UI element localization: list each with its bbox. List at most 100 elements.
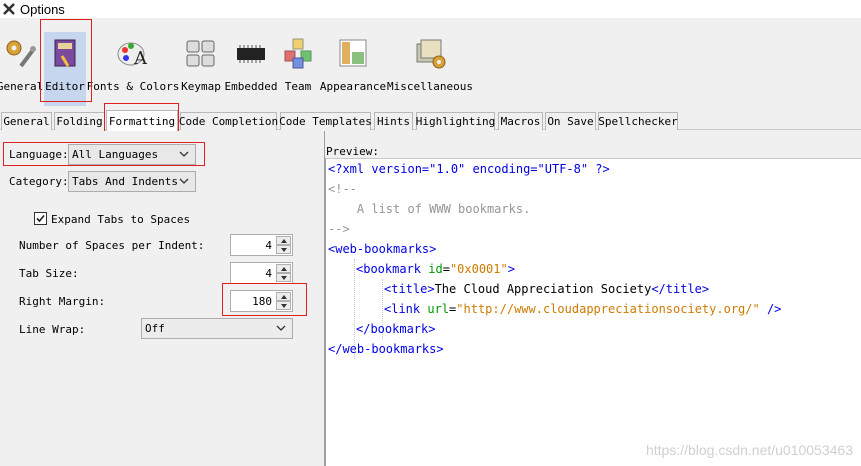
category-value: Tabs And Indents: [72, 175, 178, 188]
photos-gear-icon: [416, 39, 446, 69]
spaces-per-indent-label: Number of Spaces per Indent:: [19, 239, 205, 252]
netbeans-icon: [2, 2, 16, 16]
category-appearance[interactable]: Appearance: [319, 32, 387, 106]
title-bar: Options: [0, 0, 861, 18]
category-label: Fonts & Colors: [86, 80, 180, 93]
cubes-icon: [284, 38, 312, 69]
category-general[interactable]: General: [0, 32, 44, 106]
language-label: Language:: [9, 148, 69, 161]
category-label: Appearance: [319, 80, 387, 93]
line-wrap-label: Line Wrap:: [19, 323, 86, 336]
code-line: <?xml version="1.0" encoding="UTF-8" ?>: [328, 162, 610, 176]
watermark: https://blog.csdn.net/u010053463: [645, 442, 853, 458]
category-embedded[interactable]: Embedded: [224, 32, 278, 106]
arrow-up-icon: [280, 238, 287, 243]
checkmark-icon: [36, 214, 45, 223]
category-miscellaneous[interactable]: Miscellaneous: [386, 32, 474, 106]
increment-button[interactable]: [276, 292, 291, 301]
code-token: >: [507, 262, 515, 276]
language-select[interactable]: All Languages: [68, 144, 196, 165]
expand-tabs-label: Expand Tabs to Spaces: [51, 213, 191, 226]
code-token: url: [427, 302, 450, 316]
book-pen-icon: [54, 39, 76, 67]
tab-size-label: Tab Size:: [19, 267, 79, 280]
code-token: id: [428, 262, 443, 276]
tab-on-save[interactable]: On Save: [545, 112, 596, 130]
palette-font-icon: A: [117, 42, 148, 69]
tab-folding[interactable]: Folding: [54, 112, 105, 130]
code-token: <title>: [384, 282, 435, 296]
preview-label: Preview:: [326, 145, 379, 158]
right-margin-label: Right Margin:: [19, 295, 106, 308]
category-editor[interactable]: Editor: [44, 32, 86, 106]
code-line: A list of WWW bookmarks.: [328, 202, 531, 216]
spinner-buttons: [276, 292, 291, 310]
category-label: Embedded: [224, 80, 278, 93]
decrement-button[interactable]: [276, 245, 291, 254]
decrement-button[interactable]: [276, 273, 291, 282]
category-keymap[interactable]: Keymap: [180, 32, 222, 106]
language-value: All Languages: [72, 148, 159, 161]
increment-button[interactable]: [276, 236, 291, 245]
keyboard-icon: [186, 40, 215, 67]
code-line: -->: [328, 222, 350, 236]
chevron-down-icon: [179, 151, 189, 157]
code-line: <!--: [328, 182, 357, 196]
tab-general[interactable]: General: [1, 112, 52, 130]
increment-button[interactable]: [276, 264, 291, 273]
tab-spellchecker[interactable]: Spellchecker: [598, 112, 678, 130]
tab-highlighting[interactable]: Highlighting: [416, 112, 495, 130]
code-token: "0x0001": [449, 262, 508, 276]
line-wrap-select[interactable]: Off: [141, 318, 293, 339]
code-token: />: [759, 302, 782, 316]
arrow-down-icon: [280, 275, 287, 280]
category-label: Miscellaneous: [386, 80, 474, 93]
category-label: Team: [284, 80, 312, 93]
code-line: <bookmark id="0x0001">: [356, 262, 515, 276]
arrow-up-icon: [280, 294, 287, 299]
expand-tabs-checkbox[interactable]: [34, 212, 47, 225]
code-token: <bookmark: [356, 262, 429, 276]
tab-macros[interactable]: Macros: [498, 112, 543, 130]
code-line: <link url="http://www.cloudappreciations…: [384, 302, 781, 316]
svg-text:A: A: [133, 48, 148, 69]
code-token: "http://www.cloudappreciationsociety.org…: [456, 302, 760, 316]
code-token: The Cloud Appreciation Society: [434, 282, 652, 296]
line-wrap-value: Off: [145, 322, 165, 335]
spaces-per-indent-spinner[interactable]: 4: [230, 234, 293, 256]
arrow-up-icon: [280, 266, 287, 271]
category-label: Keymap: [181, 80, 221, 93]
category-team[interactable]: Team: [281, 32, 315, 106]
editor-tabs: General Folding Formatting Code Completi…: [0, 110, 861, 131]
right-margin-spinner[interactable]: 180: [230, 290, 293, 312]
chevron-down-icon: [179, 178, 189, 184]
category-toolbar: General Editor A Fonts & Colors Keymap E…: [0, 18, 861, 106]
chip-icon: [237, 45, 265, 63]
tab-hints[interactable]: Hints: [374, 112, 413, 130]
tab-size-spinner[interactable]: 4: [230, 262, 293, 284]
category-label: General: [0, 80, 44, 93]
spinner-buttons: [276, 264, 291, 282]
category-label-field: Category:: [9, 175, 69, 188]
tab-code-completion[interactable]: Code Completion: [179, 112, 278, 130]
window-title: Options: [20, 1, 65, 17]
code-line: </web-bookmarks>: [328, 342, 444, 356]
category-select[interactable]: Tabs And Indents: [68, 171, 196, 192]
category-fonts-colors[interactable]: A Fonts & Colors: [87, 32, 179, 106]
arrow-down-icon: [280, 303, 287, 308]
arrow-down-icon: [280, 247, 287, 252]
code-token: =: [442, 262, 450, 276]
gears-wrench-icon: [6, 40, 36, 68]
code-token: </title>: [651, 282, 710, 296]
chevron-down-icon: [276, 325, 286, 331]
code-line: <web-bookmarks>: [328, 242, 437, 256]
code-line: <title>The Cloud Appreciation Society</t…: [384, 282, 709, 296]
spinner-buttons: [276, 236, 291, 254]
tab-formatting[interactable]: Formatting: [106, 110, 178, 131]
window-layout-icon: [339, 39, 367, 67]
preview-pane: <?xml version="1.0" encoding="UTF-8" ?> …: [325, 158, 861, 466]
decrement-button[interactable]: [276, 301, 291, 310]
code-line: </bookmark>: [356, 322, 436, 336]
tab-code-templates[interactable]: Code Templates: [279, 112, 372, 130]
category-label: Editor: [45, 80, 85, 93]
